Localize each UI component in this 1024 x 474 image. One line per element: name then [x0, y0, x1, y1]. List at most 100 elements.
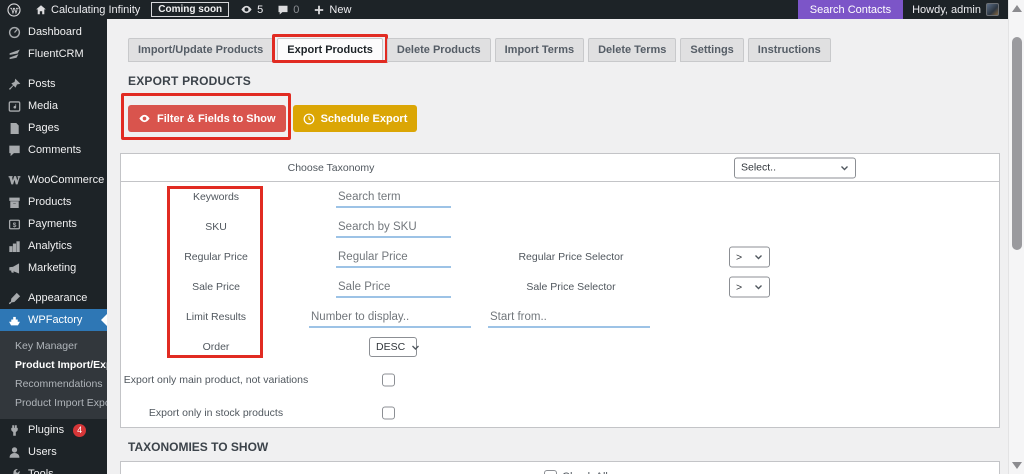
plug-icon [8, 424, 21, 437]
sidebar-item-wpfactory[interactable]: WPFactory [0, 309, 107, 331]
sale-price-label: Sale Price [192, 281, 240, 293]
sidebar-separator [0, 161, 107, 169]
order-select[interactable]: DESC [369, 337, 420, 357]
dashboard-icon [8, 26, 21, 39]
regular-price-selector-select[interactable]: > [729, 246, 770, 268]
new-content-menu[interactable]: New [306, 0, 358, 19]
choose-taxonomy-label: Choose Taxonomy [287, 161, 375, 174]
sidebar-item-payments[interactable]: $ Payments [0, 213, 107, 235]
form-row-sku: SKU [121, 212, 999, 242]
woocommerce-icon: W [8, 174, 21, 187]
form-row-keywords: Keywords [121, 182, 999, 212]
bar-chart-icon [8, 240, 21, 253]
choose-taxonomy-row: Choose Taxonomy Select.. [120, 153, 1000, 182]
chevron-down-icon [411, 343, 420, 352]
tab-import-update-products[interactable]: Import/Update Products [128, 38, 274, 62]
submenu-item-product-import-export-2[interactable]: Product Import Export [0, 394, 107, 413]
submenu-item-key-manager[interactable]: Key Manager [0, 337, 107, 356]
tab-import-terms[interactable]: Import Terms [494, 38, 585, 62]
form-row-in-stock: Export only in stock products [121, 398, 999, 428]
keywords-label: Keywords [192, 191, 240, 203]
admin-bar: Calculating Infinity Coming soon 5 0 New… [0, 0, 1008, 19]
sale-price-input[interactable] [336, 279, 451, 298]
tab-export-products[interactable]: Export Products [272, 34, 388, 63]
scroll-down-arrow-icon[interactable] [1011, 462, 1022, 469]
schedule-export-button[interactable]: Schedule Export [292, 105, 418, 132]
order-label: Order [202, 341, 230, 353]
taxonomies-section-title: TAXONOMIES TO SHOW [128, 440, 269, 454]
limit-input[interactable] [309, 309, 471, 328]
regular-price-label: Regular Price [184, 251, 248, 263]
sidebar-item-fluentcrm[interactable]: FluentCRM [0, 43, 107, 65]
home-icon [35, 4, 47, 16]
in-stock-checkbox[interactable] [382, 406, 395, 420]
megaphone-icon [8, 262, 21, 275]
check-all-checkbox[interactable] [544, 470, 557, 474]
sidebar-item-woocommerce[interactable]: W WooCommerce [0, 169, 107, 191]
pushpin-icon [8, 78, 21, 91]
regular-price-input[interactable] [336, 249, 451, 268]
keywords-input[interactable] [336, 189, 451, 208]
plus-icon [313, 4, 325, 16]
page-icon [8, 122, 21, 135]
eye-icon [240, 3, 253, 16]
brush-icon [8, 292, 21, 305]
sidebar-item-pages[interactable]: Pages [0, 117, 107, 139]
new-label: New [329, 3, 352, 16]
export-filter-form: Keywords SKU Regular Price Regular Price… [120, 181, 1000, 428]
site-name-link[interactable]: Calculating Infinity [28, 0, 147, 19]
sidebar-item-appearance[interactable]: Appearance [0, 287, 107, 309]
filter-fields-button[interactable]: Filter & Fields to Show [121, 93, 291, 140]
comments-menu[interactable]: 0 [270, 0, 306, 19]
sidebar-item-dashboard[interactable]: Dashboard [0, 21, 107, 43]
submenu-item-recommendations[interactable]: Recommendations [0, 375, 107, 394]
taxonomies-box: Check All [120, 461, 1000, 474]
sidebar-item-products[interactable]: Products [0, 191, 107, 213]
form-row-limit-results: Limit Results [121, 302, 999, 332]
tab-settings[interactable]: Settings [680, 38, 744, 62]
sidebar-item-users[interactable]: Users [0, 441, 107, 463]
sku-input[interactable] [336, 219, 451, 238]
taxonomy-select[interactable]: Select.. [734, 157, 856, 178]
form-row-main-product: Export only main product, not variations [121, 362, 999, 398]
sidebar-item-marketing[interactable]: Marketing [0, 257, 107, 279]
sidebar-item-analytics[interactable]: Analytics [0, 235, 107, 257]
sale-price-selector-label: Sale Price Selector [526, 281, 616, 293]
user-icon [8, 446, 21, 459]
sidebar-item-tools[interactable]: Tools [0, 463, 107, 474]
tab-delete-products[interactable]: Delete Products [386, 38, 491, 62]
site-name: Calculating Infinity [51, 3, 141, 16]
sidebar-item-comments[interactable]: Comments [0, 139, 107, 161]
sidebar-item-media[interactable]: Media [0, 95, 107, 117]
fluentcrm-icon [8, 48, 21, 61]
admin-sidebar: Dashboard FluentCRM Posts Media Pages Co… [0, 19, 107, 474]
offset-input[interactable] [488, 309, 650, 328]
updates-count: 5 [257, 3, 264, 16]
sidebar-separator [0, 65, 107, 73]
sidebar-separator [0, 279, 107, 287]
main-product-label: Export only main product, not variations [123, 374, 309, 386]
wrench-icon [8, 468, 21, 474]
svg-text:W: W [8, 175, 21, 186]
sidebar-item-plugins[interactable]: Plugins 4 [0, 419, 107, 441]
ship-icon [8, 314, 21, 327]
sale-price-selector-select[interactable]: > [729, 276, 770, 298]
wpfactory-submenu: Key Manager Product Import/Export Recomm… [0, 331, 107, 419]
media-icon [8, 100, 21, 113]
vertical-scrollbar[interactable] [1008, 0, 1024, 474]
search-contacts-button[interactable]: Search Contacts [797, 0, 904, 19]
tab-delete-terms[interactable]: Delete Terms [588, 38, 677, 62]
chevron-down-icon [754, 283, 763, 292]
submenu-item-product-import-export[interactable]: Product Import/Export [0, 356, 107, 375]
scroll-up-arrow-icon[interactable] [1011, 5, 1022, 12]
updates-menu[interactable]: 5 [233, 0, 270, 19]
wordpress-logo-menu[interactable] [0, 0, 28, 19]
payments-icon: $ [8, 218, 21, 231]
account-menu[interactable]: Howdy, admin [903, 3, 1008, 16]
sidebar-item-posts[interactable]: Posts [0, 73, 107, 95]
scrollbar-thumb[interactable] [1012, 37, 1022, 250]
main-product-checkbox[interactable] [382, 373, 395, 387]
main-content: Import/Update Products Export Products D… [107, 19, 1008, 474]
tab-instructions[interactable]: Instructions [747, 38, 831, 62]
wordpress-admin-screen: Calculating Infinity Coming soon 5 0 New… [0, 0, 1024, 474]
